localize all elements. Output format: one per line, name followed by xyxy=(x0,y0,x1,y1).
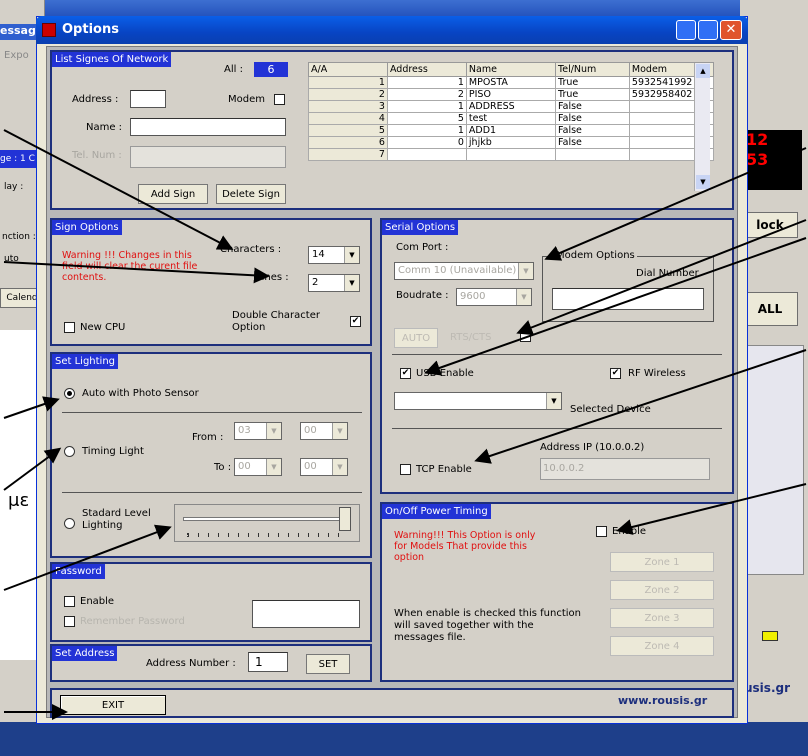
annotation-arrow xyxy=(3,129,234,250)
annotation-arrow xyxy=(544,147,807,261)
annotation-arrow xyxy=(3,261,270,284)
annotation-arrow xyxy=(616,483,807,535)
annotation-arrow xyxy=(3,396,60,419)
annotation-arrow xyxy=(424,237,807,376)
annotation-arrows xyxy=(3,129,807,720)
annotation-arrow xyxy=(3,447,62,491)
annotation-arrow xyxy=(3,524,172,591)
annotation-arrow xyxy=(474,349,807,464)
annotation-arrow xyxy=(516,219,807,336)
